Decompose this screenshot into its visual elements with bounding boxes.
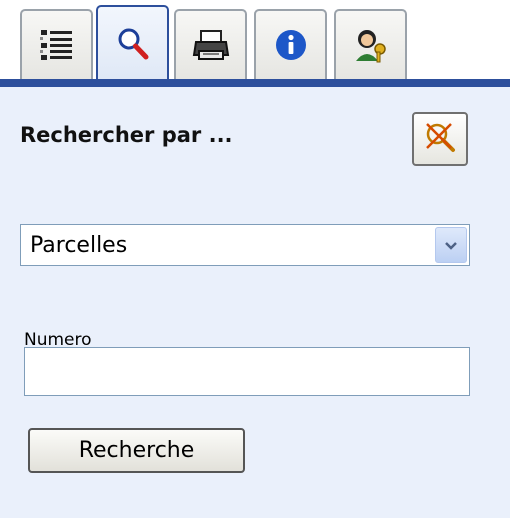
info-icon <box>274 28 308 62</box>
tab-strip-underline <box>0 79 510 87</box>
select-dropdown-button[interactable] <box>435 227 467 263</box>
search-submit-button[interactable]: Recherche <box>28 428 245 473</box>
tab-print[interactable] <box>174 9 247 79</box>
search-type-select[interactable]: Parcelles <box>20 224 470 266</box>
chevron-down-icon <box>444 236 458 255</box>
tool-tab-bar <box>0 0 510 87</box>
printer-icon <box>192 28 230 62</box>
user-key-icon <box>352 27 390 63</box>
magnifier-icon <box>115 26 151 62</box>
tab-layers[interactable] <box>20 9 93 79</box>
search-panel: Rechercher par ... Parcelles Numero Rech… <box>0 87 510 518</box>
tab-search[interactable] <box>96 5 169 81</box>
clear-search-icon <box>423 120 457 158</box>
tab-info[interactable] <box>254 9 327 79</box>
search-tool-panel: Rechercher par ... Parcelles Numero Rech… <box>0 0 510 518</box>
tab-user[interactable] <box>334 9 407 79</box>
search-type-value: Parcelles <box>30 233 128 258</box>
list-icon <box>39 28 75 62</box>
panel-title: Rechercher par ... <box>20 123 233 147</box>
numero-input[interactable] <box>24 347 470 396</box>
clear-search-button[interactable] <box>412 112 468 166</box>
